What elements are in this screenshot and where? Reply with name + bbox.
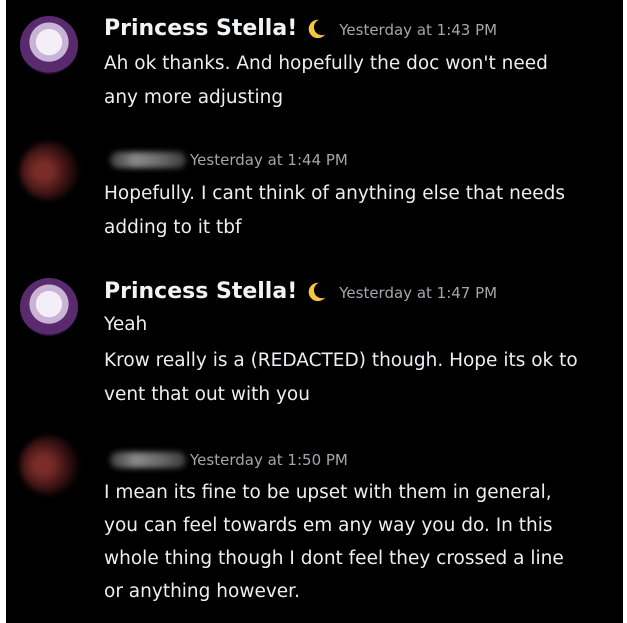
timestamp[interactable]: Yesterday at 1:43 PM <box>339 21 497 39</box>
crescent-moon-icon <box>308 19 326 38</box>
message-text: Hopefully. I cant think of anything else… <box>104 183 566 204</box>
author-name[interactable]: Princess Stella! <box>104 279 297 304</box>
timestamp[interactable]: Yesterday at 1:50 PM <box>190 451 348 469</box>
message-text: vent that out with you <box>104 384 310 405</box>
author-name[interactable]: Princess Stella! <box>104 16 297 41</box>
avatar[interactable] <box>20 142 78 200</box>
message-text: you can feel towards em any way you do. … <box>104 515 553 536</box>
message-text: or anything however. <box>104 581 300 602</box>
timestamp[interactable]: Yesterday at 1:47 PM <box>339 284 497 302</box>
timestamp[interactable]: Yesterday at 1:44 PM <box>190 151 348 169</box>
message-text: adding to it tbf <box>104 217 242 238</box>
message-text: Yeah <box>104 314 148 335</box>
message-text: Ah ok thanks. And hopefully the doc won'… <box>104 53 548 74</box>
avatar[interactable] <box>20 278 78 336</box>
message-text: whole thing though I dont feel they cros… <box>104 548 564 569</box>
redacted-author-name <box>110 152 186 168</box>
message-text: any more adjusting <box>104 87 284 108</box>
avatar[interactable] <box>20 16 78 74</box>
message-text: I mean its fine to be upset with them in… <box>104 482 552 503</box>
message-text: Krow really is a (REDACTED) though. Hope… <box>104 350 578 371</box>
chat-log: Princess Stella! Yesterday at 1:43 PM Ah… <box>6 0 623 623</box>
crescent-moon-icon <box>308 282 326 301</box>
redacted-author-name <box>110 452 186 468</box>
avatar[interactable] <box>20 436 78 494</box>
